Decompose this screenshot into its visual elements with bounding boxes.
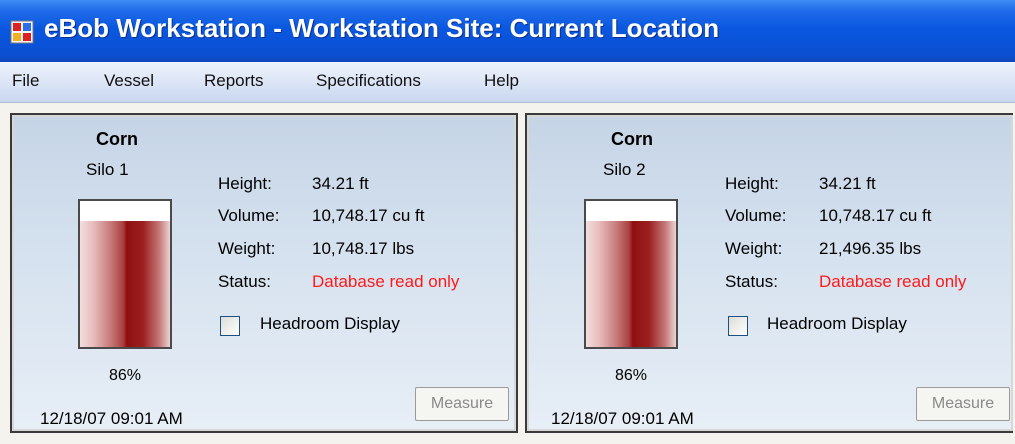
status-label: Status: (725, 272, 778, 291)
menu-bar: File Vessel Reports Specifications Help (0, 62, 1015, 103)
headroom-label: Headroom Display (260, 314, 400, 333)
content-area: Corn Silo 1 86% 12/18/07 09:01 AM Height… (0, 103, 1015, 444)
weight-label: Weight: (218, 239, 276, 258)
weight-value: 21,496.35 lbs (819, 239, 922, 258)
timestamp: 12/18/07 09:01 AM (40, 409, 183, 428)
weight-value: 10,748.17 lbs (312, 239, 415, 258)
height-label: Height: (218, 174, 272, 193)
status-value: Database read only (819, 272, 967, 291)
fill-percent: 86% (615, 367, 648, 384)
volume-value: 10,748.17 cu ft (312, 206, 425, 225)
timestamp: 12/18/07 09:01 AM (551, 409, 694, 428)
headroom-label: Headroom Display (767, 314, 907, 333)
height-value: 34.21 ft (312, 174, 369, 193)
height-label: Height: (725, 174, 779, 193)
weight-label: Weight: (725, 239, 783, 258)
menu-help[interactable]: Help (484, 71, 519, 91)
menu-specifications[interactable]: Specifications (316, 71, 421, 91)
measure-button[interactable]: Measure (916, 387, 1010, 421)
silo-panel[interactable]: Corn Silo 2 86% 12/18/07 09:01 AM Height… (525, 113, 1013, 433)
fill-percent: 86% (109, 367, 142, 384)
status-value: Database read only (312, 272, 460, 291)
silo-panel[interactable]: Corn Silo 1 86% 12/18/07 09:01 AM Height… (10, 113, 518, 433)
window-title: eBob Workstation - Workstation Site: Cur… (44, 13, 720, 43)
volume-value: 10,748.17 cu ft (819, 206, 932, 225)
product-name: Corn (611, 129, 653, 149)
silo-fill-bar (80, 221, 170, 347)
volume-label: Volume: (218, 206, 280, 225)
silo-level-gauge (584, 199, 678, 349)
height-value: 34.21 ft (819, 174, 876, 193)
silo-name: Silo 2 (603, 160, 646, 179)
app-icon[interactable] (10, 20, 34, 44)
menu-file[interactable]: File (12, 71, 39, 91)
silo-fill-bar (586, 221, 676, 347)
title-bar: eBob Workstation - Workstation Site: Cur… (0, 0, 1015, 62)
product-name: Corn (96, 129, 138, 149)
silo-level-gauge (78, 199, 172, 349)
silo-name: Silo 1 (86, 160, 129, 179)
menu-vessel[interactable]: Vessel (104, 71, 154, 91)
status-label: Status: (218, 272, 271, 291)
volume-label: Volume: (725, 206, 787, 225)
measure-button[interactable]: Measure (415, 387, 509, 421)
headroom-checkbox[interactable] (220, 316, 240, 336)
menu-reports[interactable]: Reports (204, 71, 264, 91)
headroom-checkbox[interactable] (728, 316, 748, 336)
